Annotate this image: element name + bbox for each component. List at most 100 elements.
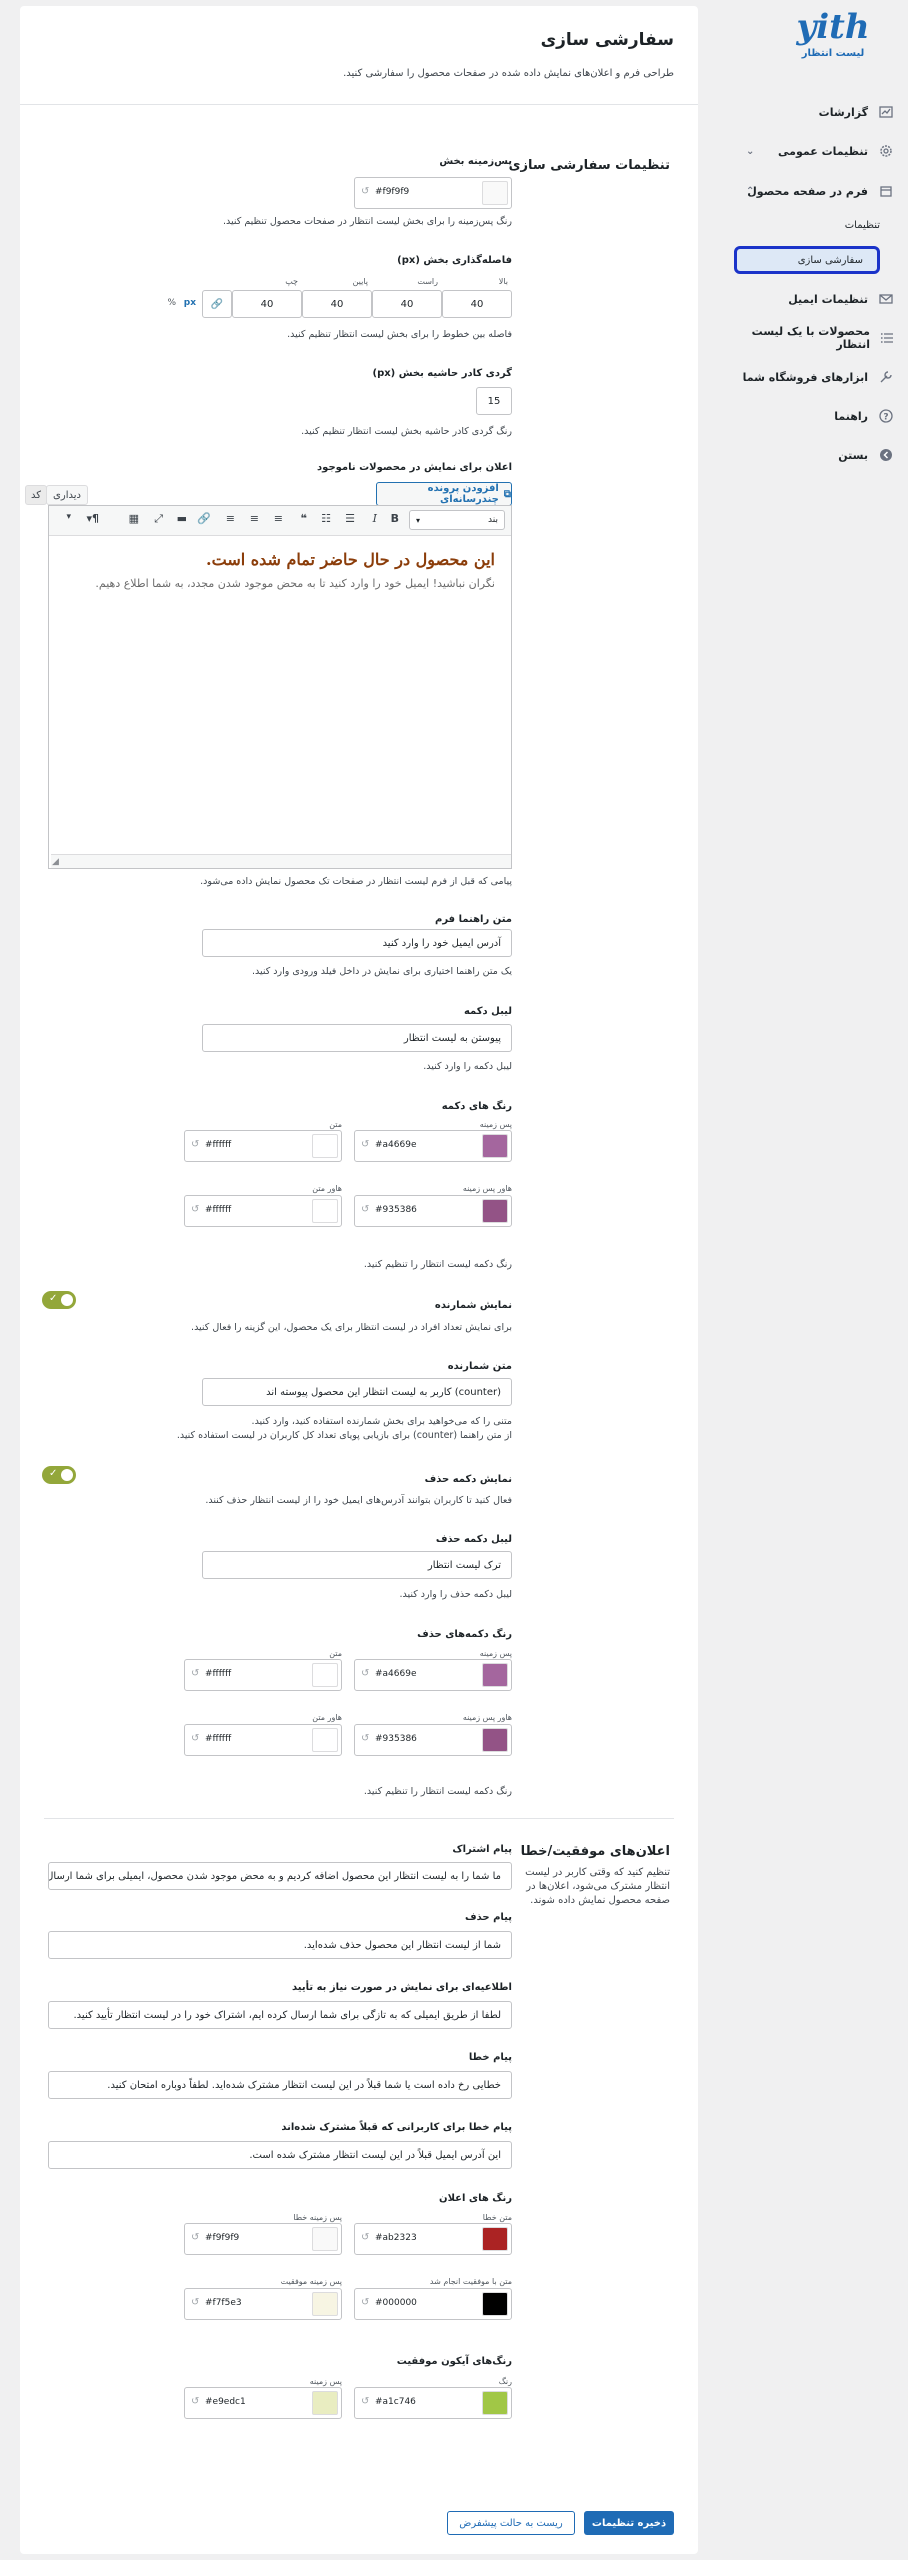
color-swatch <box>312 1199 338 1223</box>
link-icon[interactable]: 🔗 <box>197 512 211 525</box>
counter-text-input[interactable]: (counter) کاربر به لیست انتظار این محصول… <box>202 1378 512 1406</box>
remove-bg-color-picker[interactable]: #a4669e ↺ <box>354 1659 512 1691</box>
reset-defaults-button[interactable]: ریست به حالت پیشفرض <box>447 2511 575 2535</box>
save-settings-button[interactable]: ذخیره تنظیمات <box>584 2511 674 2535</box>
blockquote-icon[interactable]: ❝ <box>301 512 307 525</box>
remove-hover-text-color-picker[interactable]: #ffffff ↺ <box>184 1724 342 1756</box>
chart-icon <box>878 104 894 120</box>
color-hex: #000000 <box>375 2298 417 2308</box>
sidebar-item-products-list[interactable]: محصولات با یک لیست انتظار <box>734 325 894 351</box>
remove-text-color-picker[interactable]: #ffffff ↺ <box>184 1659 342 1691</box>
sidebar-subitem-settings[interactable]: تنظیمات <box>845 220 880 231</box>
reset-color-icon[interactable]: ↺ <box>361 1733 369 1744</box>
bold-icon[interactable]: B <box>391 512 399 525</box>
remove-label-input[interactable]: ترک لیست انتظار <box>202 1551 512 1579</box>
align-left-icon[interactable]: ≡ <box>274 512 283 525</box>
unit-px[interactable]: px <box>184 298 196 308</box>
align-center-icon[interactable]: ≡ <box>250 512 259 525</box>
counter-text-desc: متنی را که می‌خواهید برای بخش شمارنده اس… <box>251 1416 512 1427</box>
unit-percent[interactable]: % <box>167 298 176 308</box>
button-text-color-picker[interactable]: #ffffff ↺ <box>184 1130 342 1162</box>
reset-color-icon[interactable]: ↺ <box>361 1668 369 1679</box>
show-remove-toggle[interactable]: ✓ <box>42 1466 76 1484</box>
button-bg-color-picker[interactable]: #a4669e ↺ <box>354 1130 512 1162</box>
sidebar-item-product-form[interactable]: فرم در صفحه محصول ⌃ <box>734 178 894 204</box>
color-swatch <box>312 1663 338 1687</box>
error-text-color-picker[interactable]: #ab2323 ↺ <box>354 2223 512 2255</box>
error-bg-color-picker[interactable]: #f9f9f9 ↺ <box>184 2223 342 2255</box>
reset-color-icon[interactable]: ↺ <box>191 1668 199 1679</box>
tab-code[interactable]: کد <box>25 485 47 505</box>
reset-color-icon[interactable]: ↺ <box>361 1139 369 1150</box>
button-hover-text-color-picker[interactable]: #ffffff ↺ <box>184 1195 342 1227</box>
color-swatch <box>312 2227 338 2251</box>
reset-color-icon[interactable]: ↺ <box>191 1733 199 1744</box>
align-right-icon[interactable]: ≡ <box>226 512 235 525</box>
bullet-list-icon[interactable]: ☰ <box>345 512 355 525</box>
notice-heading: این محصول در حال حاضر تمام شده است. <box>206 550 495 569</box>
sidebar-item-reports[interactable]: گزارشات <box>734 99 894 125</box>
placeholder-input[interactable]: آدرس ایمیل خود را وارد کنید <box>202 929 512 957</box>
remove-hover-bg-color-picker[interactable]: #935386 ↺ <box>354 1724 512 1756</box>
show-counter-toggle[interactable]: ✓ <box>42 1291 76 1309</box>
reset-color-icon[interactable]: ↺ <box>191 1139 199 1150</box>
color-hex: #935386 <box>375 1734 417 1744</box>
reset-color-icon[interactable]: ↺ <box>191 2232 199 2243</box>
link-values-icon[interactable]: 🔗 <box>202 290 232 318</box>
button-label-label: لیبل دکمه <box>463 1006 512 1017</box>
already-msg-input[interactable]: این آدرس ایمیل قبلاً در این لیست انتظار … <box>48 2141 512 2169</box>
numbered-list-icon[interactable]: ☷ <box>321 512 331 525</box>
error-msg-input[interactable]: خطایی رخ داده است یا شما قبلاً در این لی… <box>48 2071 512 2099</box>
remove-msg-input[interactable]: شما از لیست انتظار این محصول حذف شده‌اید… <box>48 1931 512 1959</box>
format-select[interactable]: بند ▾ <box>409 510 505 530</box>
padding-bottom-input[interactable]: 40 <box>302 290 372 318</box>
reset-color-icon[interactable]: ↺ <box>361 1204 369 1215</box>
color-hex: #ffffff <box>205 1205 232 1215</box>
format-select-value: بند <box>488 515 498 525</box>
color-hex: #a1c746 <box>375 2397 416 2407</box>
reset-color-icon[interactable]: ↺ <box>361 186 369 197</box>
tab-visual[interactable]: دیداری <box>46 485 88 505</box>
add-media-button[interactable]: ⧉ افزودن پرونده چندرسانه‌ای <box>376 482 512 506</box>
reset-color-icon[interactable]: ↺ <box>361 2396 369 2407</box>
resize-handle-icon[interactable]: ◢ <box>52 857 59 867</box>
padding-top-input[interactable]: 40 <box>442 290 512 318</box>
success-icon-color-picker[interactable]: #a1c746 ↺ <box>354 2387 512 2419</box>
padding-right-input[interactable]: 40 <box>372 290 442 318</box>
more-tag-icon[interactable]: ▬ <box>177 512 187 525</box>
reset-color-icon[interactable]: ↺ <box>191 2297 199 2308</box>
toolbar-toggle-icon[interactable]: ▦ <box>129 512 139 525</box>
reset-color-icon[interactable]: ↺ <box>191 2396 199 2407</box>
list-icon <box>880 330 894 346</box>
padding-left-input[interactable]: 40 <box>232 290 302 318</box>
reset-color-icon[interactable]: ↺ <box>361 2297 369 2308</box>
reset-color-icon[interactable]: ↺ <box>361 2232 369 2243</box>
divider <box>20 104 698 105</box>
button-label-desc: لیبل دکمه را وارد کنید. <box>423 1061 512 1072</box>
button-hover-bg-color-picker[interactable]: #935386 ↺ <box>354 1195 512 1227</box>
success-icon-bg-picker[interactable]: #e9edc1 ↺ <box>184 2387 342 2419</box>
confirm-msg-input[interactable]: لطفا از طریق ایمیلی که به تازگی برای شما… <box>48 2001 512 2029</box>
notice-editor[interactable]: بند ▾ B I ☰ ☷ ❝ ≡ ≡ ≡ 🔗 ▬ ⤢ ▦ ¶▾ ▾ این مح… <box>48 505 512 869</box>
fullscreen-icon[interactable]: ⤢ <box>154 512 163 526</box>
italic-icon[interactable]: I <box>373 512 377 525</box>
sidebar-item-shop-tools[interactable]: ابزارهای فروشگاه شما <box>734 364 894 390</box>
sidebar-item-email[interactable]: تنظیمات ایمیل <box>734 286 894 312</box>
success-bg-color-picker[interactable]: #f7f5e3 ↺ <box>184 2288 342 2320</box>
section-bg-color-picker[interactable]: #f9f9f9 ↺ <box>354 177 512 209</box>
padding-side-top: بالا <box>498 277 508 286</box>
radius-input[interactable]: 15 <box>476 387 512 415</box>
sidebar-subitem-customization[interactable]: سفارشی سازی <box>734 246 880 274</box>
paragraph-icon[interactable]: ¶▾ <box>86 512 99 525</box>
sidebar-item-close[interactable]: بستن <box>734 442 894 468</box>
success-bg-label: پس زمینه موفقیت <box>280 2277 342 2286</box>
notices-desc: تنظیم کنید که وقتی کاربر در لیست انتظار … <box>525 1867 670 1906</box>
sidebar-item-help[interactable]: ? راهنما <box>734 403 894 429</box>
padding-desc: فاصله بین خطوط را برای بخش لیست انتظار ت… <box>287 329 512 340</box>
chevron-down-icon[interactable]: ▾ <box>66 512 71 522</box>
success-text-color-picker[interactable]: #000000 ↺ <box>354 2288 512 2320</box>
subscribe-msg-input[interactable]: ما شما را به لیست انتظار این محصول اضافه… <box>48 1862 512 1890</box>
reset-color-icon[interactable]: ↺ <box>191 1204 199 1215</box>
button-label-input[interactable]: پیوستن به لیست انتظار <box>202 1024 512 1052</box>
sidebar-item-general[interactable]: تنظیمات عمومی ⌄ <box>734 138 894 164</box>
